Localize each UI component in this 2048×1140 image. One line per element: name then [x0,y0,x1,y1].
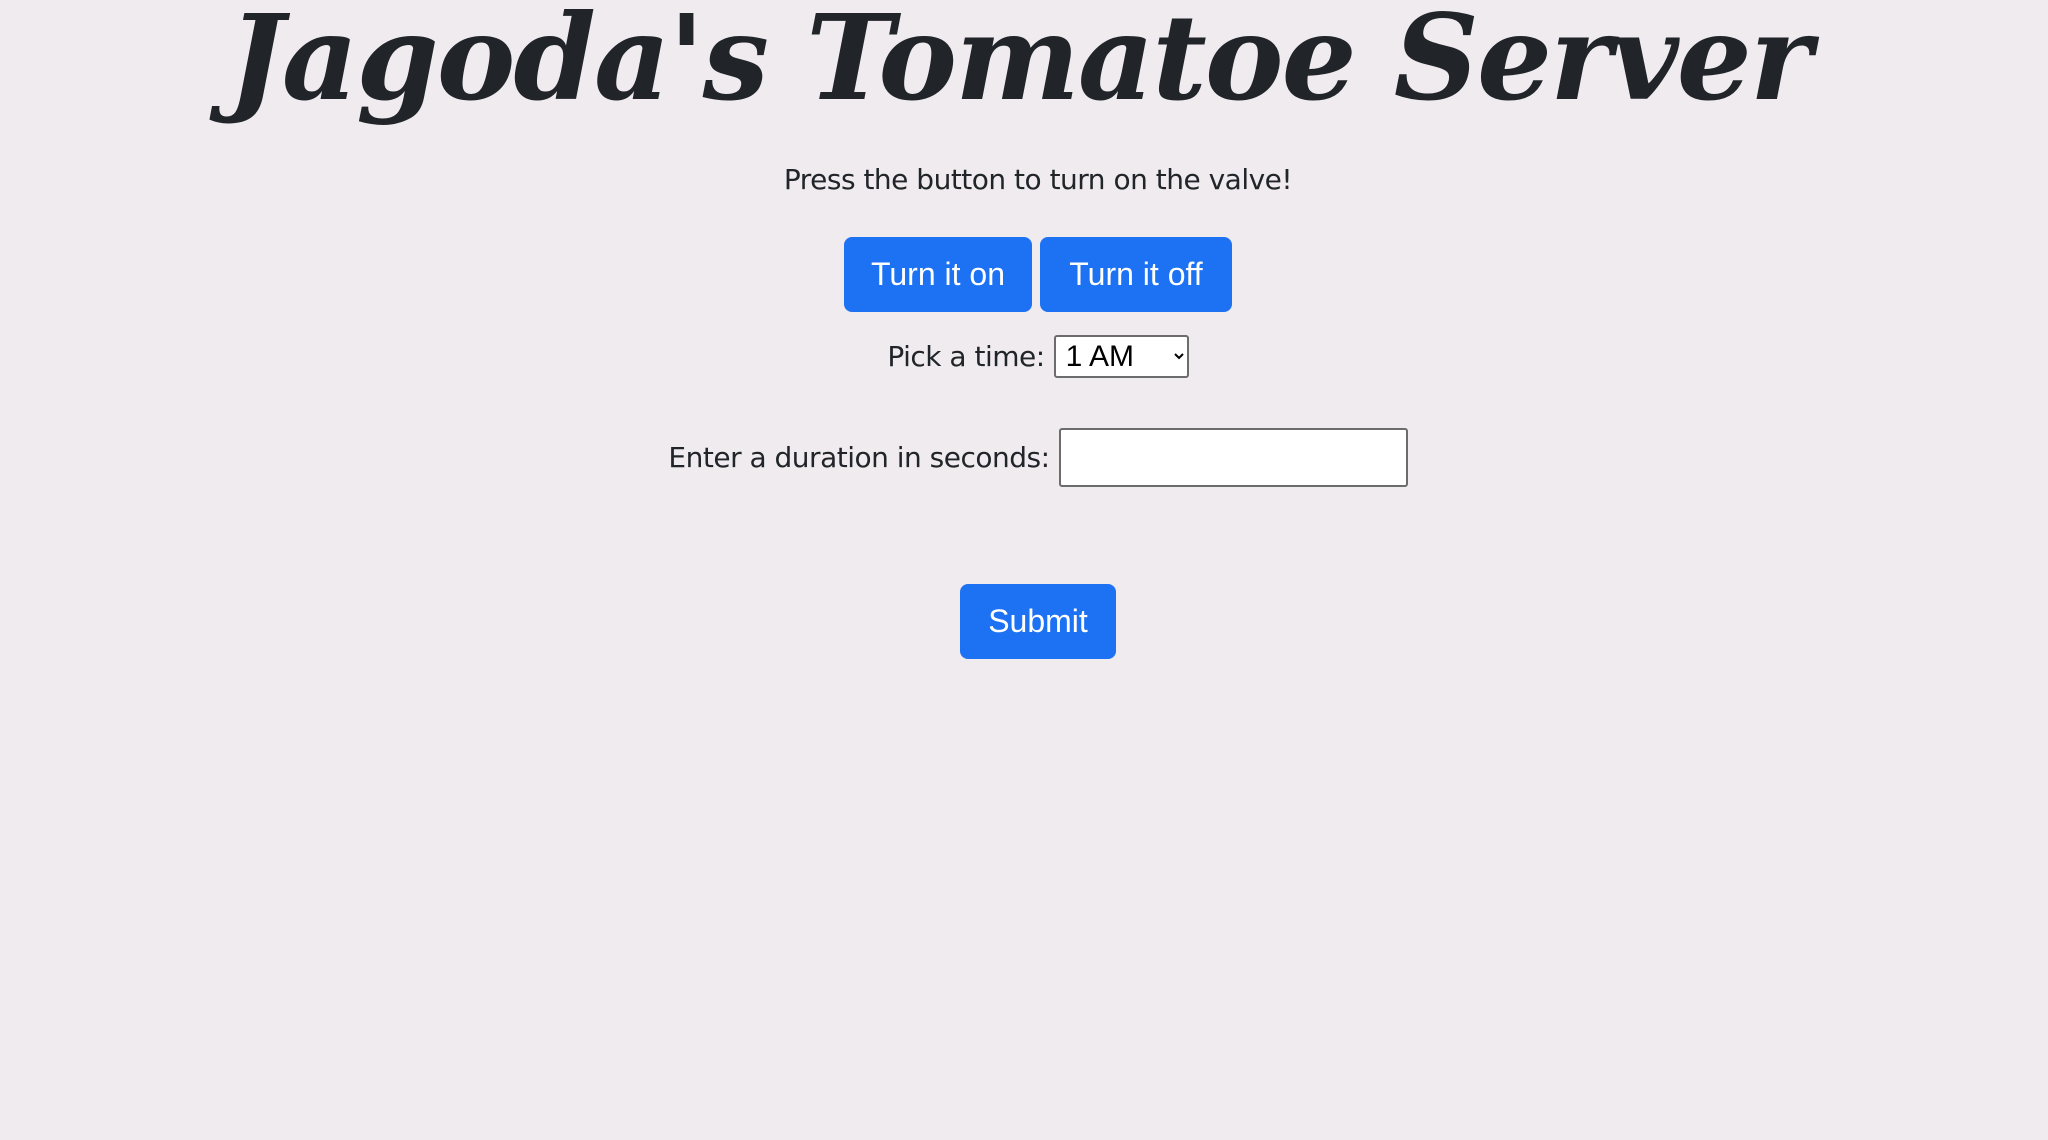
turn-off-button[interactable]: Turn it off [1040,237,1232,312]
duration-input[interactable] [1058,428,1408,487]
duration-row: Enter a duration in seconds: [0,428,2048,487]
valve-button-row: Turn it on Turn it off [0,237,2048,312]
page-subtitle: Press the button to turn on the valve! [783,163,1293,196]
duration-label: Enter a duration in seconds: [668,440,1050,474]
time-select[interactable]: 1 AM [1053,335,1189,378]
time-picker-row: Pick a time: 1 AM [0,335,2048,378]
page-title: Jagoda's Tomatoe Server [227,0,1812,127]
turn-on-button[interactable]: Turn it on [844,237,1032,312]
page: Jagoda's Tomatoe Server Press the button… [0,0,2048,1140]
submit-row: Submit [0,584,2048,659]
submit-button[interactable]: Submit [960,584,1116,659]
time-label: Pick a time: [887,339,1045,373]
